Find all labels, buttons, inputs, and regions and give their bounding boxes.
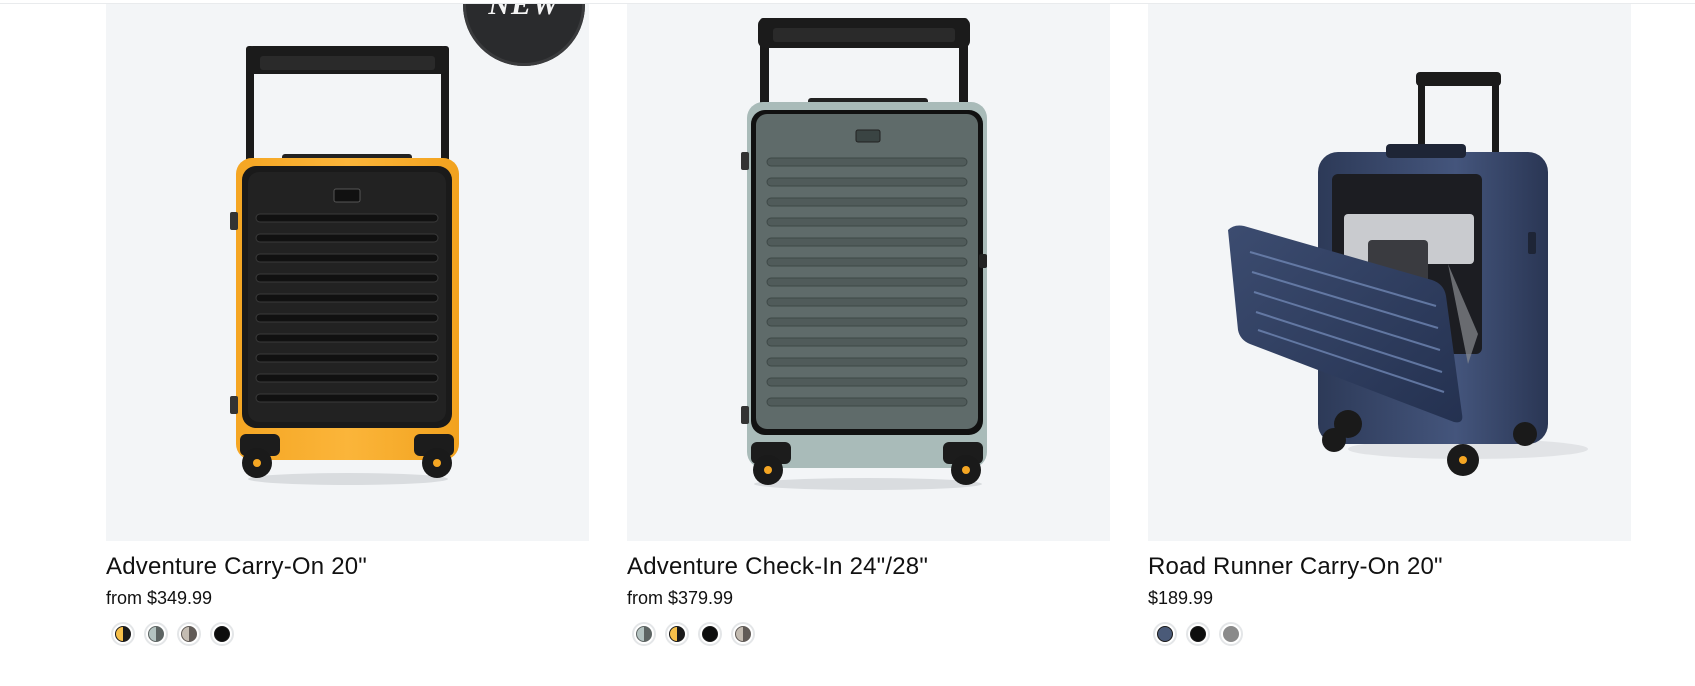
product-image[interactable] — [1148, 4, 1631, 541]
suitcase-yellow-image — [230, 46, 459, 485]
swatch-sage-gray[interactable] — [144, 622, 168, 646]
product-card-adventure-carry-on[interactable]: NEW Adventure Carry-On 20" from $349.99 — [106, 4, 589, 684]
swatch-navy[interactable] — [1153, 622, 1177, 646]
product-title[interactable]: Adventure Carry-On 20" — [106, 552, 589, 582]
swatch-yellow-black[interactable] — [665, 622, 689, 646]
product-card-adventure-check-in[interactable]: Adventure Check-In 24"/28" from $379.99 — [627, 4, 1110, 684]
product-image[interactable] — [627, 4, 1110, 541]
color-swatches — [627, 622, 1110, 646]
swatch-taupe-gray[interactable] — [177, 622, 201, 646]
product-grid: NEW Adventure Carry-On 20" from $349.99 — [106, 4, 1631, 686]
product-price: $189.99 — [1148, 588, 1214, 608]
new-badge-label: NEW — [488, 4, 560, 21]
suitcase-navy-image — [1228, 72, 1588, 476]
color-swatches — [106, 622, 589, 646]
product-image[interactable]: NEW — [106, 4, 589, 541]
swatch-taupe-gray[interactable] — [731, 622, 755, 646]
product-card-road-runner[interactable]: Road Runner Carry-On 20" $189.99 — [1148, 4, 1631, 684]
swatch-gray[interactable] — [1219, 622, 1243, 646]
product-price: from $379.99 — [627, 588, 734, 608]
color-swatches — [1148, 622, 1631, 646]
swatch-yellow-black[interactable] — [111, 622, 135, 646]
swatch-black[interactable] — [1186, 622, 1210, 646]
product-price: from $349.99 — [106, 588, 213, 608]
swatch-sage-gray[interactable] — [632, 622, 656, 646]
suitcase-sage-image — [741, 18, 987, 490]
product-title[interactable]: Road Runner Carry-On 20" — [1148, 552, 1631, 582]
swatch-black[interactable] — [698, 622, 722, 646]
swatch-black[interactable] — [210, 622, 234, 646]
product-title[interactable]: Adventure Check-In 24"/28" — [627, 552, 1110, 582]
